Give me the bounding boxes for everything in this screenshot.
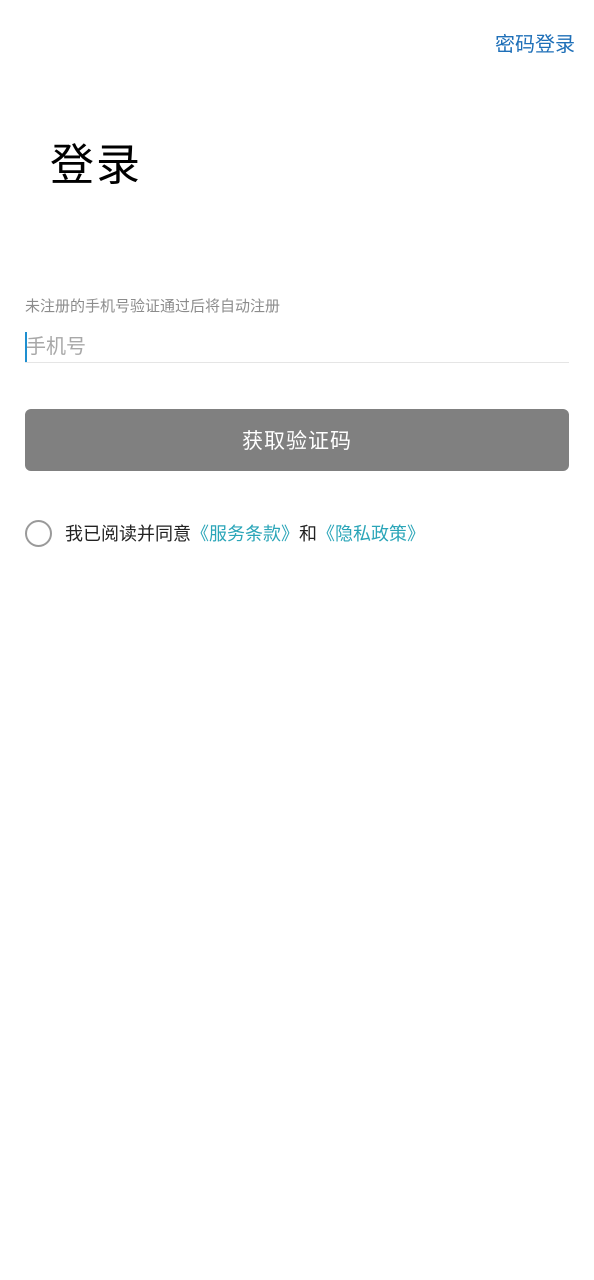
password-login-link[interactable]: 密码登录: [495, 30, 575, 58]
agreement-checkbox[interactable]: [25, 519, 52, 547]
phone-field: [25, 330, 570, 363]
phone-input[interactable]: [25, 330, 570, 362]
get-code-button[interactable]: 获取验证码: [25, 409, 569, 471]
privacy-policy-link[interactable]: 《隐私政策》: [317, 520, 425, 546]
registration-hint: 未注册的手机号验证通过后将自动注册: [25, 297, 281, 315]
service-terms-link[interactable]: 《服务条款》: [191, 520, 299, 546]
agreement-prefix: 我已阅读并同意: [65, 524, 191, 545]
agreement-row: 我已阅读并同意 《服务条款》 和 《隐私政策》: [25, 517, 425, 549]
page-title: 登录: [50, 140, 142, 191]
agreement-conjunction: 和: [299, 524, 317, 545]
